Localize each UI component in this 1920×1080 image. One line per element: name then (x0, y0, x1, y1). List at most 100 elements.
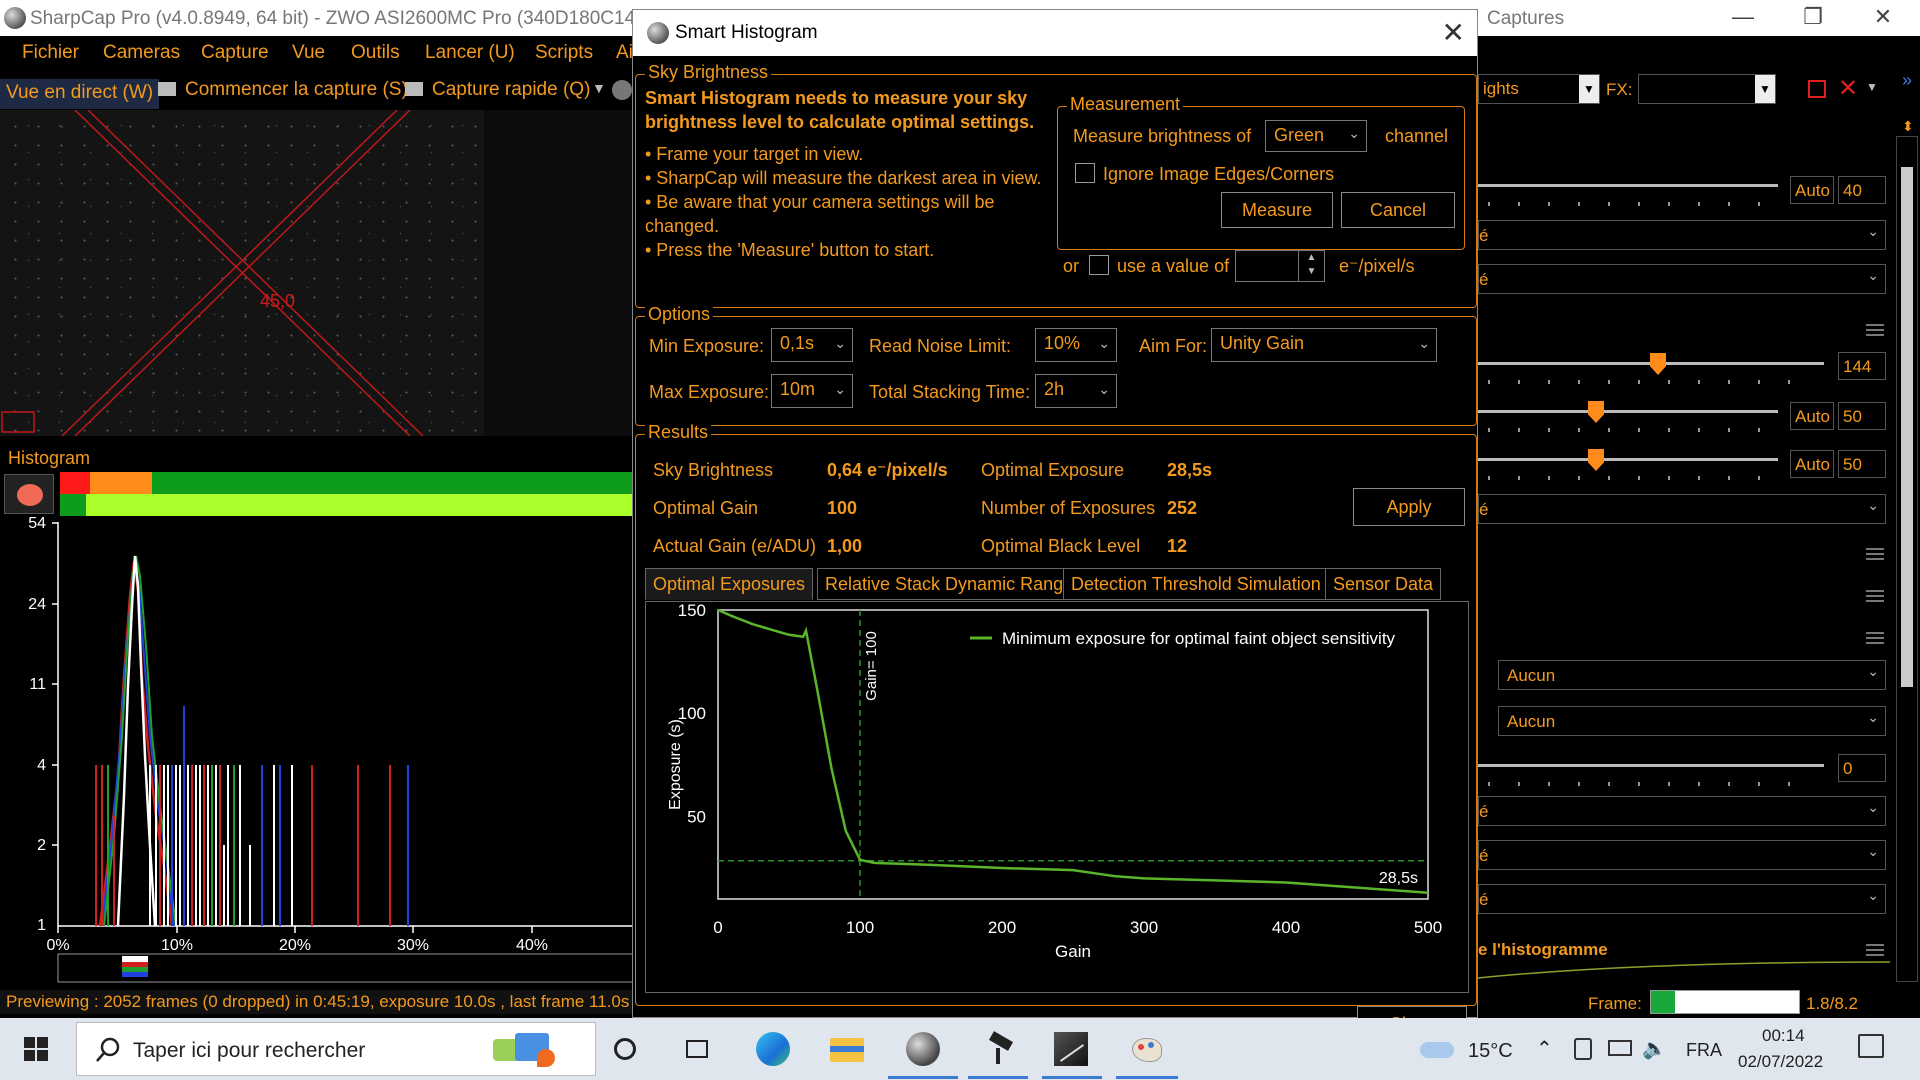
camera-preview[interactable]: 45,0 (0, 110, 484, 436)
read-noise-select[interactable]: 10% ⌄ (1035, 328, 1117, 362)
section-menu-icon[interactable] (1866, 944, 1884, 956)
option-combo[interactable]: é ⌄ (1478, 494, 1886, 524)
value-input[interactable]: 144 (1838, 352, 1886, 380)
telescope-app-icon[interactable] (982, 1031, 1016, 1066)
tab-sensor-data[interactable]: Sensor Data (1325, 568, 1442, 600)
value-input[interactable]: 50 (1838, 450, 1886, 478)
stop-icon[interactable] (1808, 80, 1826, 98)
section-menu-icon[interactable] (1866, 590, 1884, 602)
stretch-curve[interactable] (1478, 960, 1890, 980)
menu-cameras[interactable]: Cameras (103, 42, 180, 64)
aucun-combo-2[interactable]: Aucun ⌄ (1498, 706, 1886, 736)
expand-chevron-icon[interactable]: » (1902, 70, 1912, 91)
sharpcap-taskbar-icon[interactable] (904, 1032, 944, 1066)
option-combo[interactable]: é ⌄ (1478, 220, 1886, 250)
section-menu-icon[interactable] (1866, 324, 1884, 336)
task-view-icon[interactable] (680, 1032, 714, 1066)
fx-combo[interactable]: ▼ (1638, 74, 1776, 104)
min-exposure-select[interactable]: 0,1s ⌄ (771, 328, 853, 362)
clock-date[interactable]: 02/07/2022 (1738, 1052, 1823, 1072)
alignment-cross-overlay (1, 110, 424, 436)
apply-button[interactable]: Apply (1353, 488, 1465, 526)
total-stacking-select[interactable]: 2h ⌄ (1035, 374, 1117, 408)
windows-start-icon[interactable] (24, 1037, 48, 1061)
slider-thumb[interactable] (1650, 353, 1666, 375)
quick-capture-button[interactable]: Capture rapide (Q) (432, 79, 590, 101)
restore-button[interactable]: ❐ (1790, 2, 1836, 32)
sky-value-input[interactable]: ▲ ▼ (1235, 250, 1325, 282)
aucun-combo-1[interactable]: Aucun ⌄ (1498, 660, 1886, 690)
slider-track[interactable] (1478, 184, 1778, 187)
taskbar-search-box[interactable]: Taper ici pour rechercher (76, 1022, 596, 1076)
menu-ai[interactable]: Ai (616, 42, 633, 64)
app-indicator (1042, 1076, 1102, 1079)
aim-for-select[interactable]: Unity Gain ⌄ (1211, 328, 1437, 362)
dropdown-arrow-icon[interactable]: ▼ (592, 80, 606, 96)
slider-track[interactable] (1478, 410, 1778, 413)
menu-lancer[interactable]: Lancer (U) (425, 42, 515, 64)
tab-relative-stack-dynamic-range[interactable]: Relative Stack Dynamic Range (817, 568, 1082, 600)
cancel-button[interactable]: Cancel (1341, 192, 1455, 228)
network-icon[interactable] (1608, 1040, 1632, 1056)
section-menu-icon[interactable] (1866, 632, 1884, 644)
ignore-edges-checkbox[interactable] (1075, 163, 1095, 183)
menu-vue[interactable]: Vue (292, 42, 325, 64)
menu-capture[interactable]: Capture (201, 42, 269, 64)
channel-select[interactable]: Green ⌄ (1265, 120, 1367, 152)
use-value-checkbox[interactable] (1089, 255, 1109, 275)
close-window-button[interactable]: ✕ (1860, 2, 1906, 32)
option-combo[interactable]: é ⌄ (1478, 884, 1886, 914)
menu-scripts[interactable]: Scripts (535, 42, 593, 64)
dropdown-arrow-icon[interactable]: ▼ (1866, 80, 1878, 94)
brain-button[interactable] (4, 474, 54, 514)
weather-temp[interactable]: 15°C (1468, 1040, 1513, 1063)
paint-app-icon[interactable] (1130, 1032, 1164, 1066)
slider-thumb[interactable] (1588, 401, 1604, 423)
notifications-icon[interactable] (1858, 1034, 1884, 1058)
roi-rectangle (1, 411, 35, 433)
dialog-close-icon[interactable]: ✕ (1442, 16, 1465, 49)
live-view-button[interactable]: Vue en direct (W) (0, 79, 160, 109)
menu-outils[interactable]: Outils (351, 42, 400, 64)
cancel-x-icon[interactable]: ✕ (1838, 74, 1858, 103)
capture-settings-icon[interactable] (612, 80, 632, 100)
value-input[interactable]: 50 (1838, 402, 1886, 430)
auto-toggle[interactable]: Auto (1790, 450, 1834, 478)
volume-icon[interactable]: 🔈 (1642, 1036, 1667, 1061)
option-combo[interactable]: é ⌄ (1478, 264, 1886, 294)
tray-chevron-up-icon[interactable]: ⌃ (1536, 1036, 1553, 1061)
clock-time[interactable]: 00:14 (1762, 1026, 1805, 1046)
section-menu-icon[interactable] (1866, 548, 1884, 560)
file-explorer-icon[interactable] (830, 1032, 864, 1066)
pin-icon[interactable]: ⬍ (1902, 118, 1914, 135)
auto-toggle[interactable]: Auto (1790, 176, 1834, 204)
value-input[interactable]: 0 (1838, 754, 1886, 782)
x-axis-label: Gain (1055, 942, 1091, 961)
panel-scrollbar[interactable] (1896, 136, 1918, 982)
slider-track[interactable] (1478, 458, 1778, 461)
max-exposure-select[interactable]: 10m ⌄ (771, 374, 853, 408)
tray-device-icon[interactable] (1574, 1038, 1592, 1060)
minimize-button[interactable]: — (1720, 2, 1766, 32)
image-viewer-icon[interactable] (1054, 1032, 1088, 1066)
menu-fichier[interactable]: Fichier (22, 42, 79, 64)
slider-track[interactable] (1478, 764, 1824, 767)
option-combo[interactable]: é ⌄ (1478, 796, 1886, 826)
histogram-plot[interactable]: 54 24 11 4 2 1 0% 10% 20% 30% 40% (0, 516, 634, 986)
panel-scrollbar-thumb[interactable] (1901, 167, 1913, 687)
tab-optimal-exposures[interactable]: Optimal Exposures (645, 568, 814, 600)
lights-combo[interactable]: ights ▼ (1478, 74, 1600, 104)
edge-browser-icon[interactable] (756, 1032, 790, 1066)
start-capture-button[interactable]: Commencer la capture (S) (185, 79, 408, 101)
weather-cloud-icon[interactable] (1420, 1038, 1454, 1058)
windows-taskbar: Taper ici pour rechercher 15°C ⌃ 🔈 FRA 0… (0, 1018, 1920, 1080)
cortana-icon[interactable] (608, 1032, 642, 1066)
auto-toggle[interactable]: Auto (1790, 402, 1834, 430)
option-combo[interactable]: é ⌄ (1478, 840, 1886, 870)
tab-detection-threshold-simulation[interactable]: Detection Threshold Simulation (1063, 568, 1329, 600)
measure-button[interactable]: Measure (1221, 192, 1333, 228)
slider-thumb[interactable] (1588, 449, 1604, 471)
main-window-title: SharpCap Pro (v4.0.8949, 64 bit) - ZWO A… (30, 8, 678, 29)
keyboard-language[interactable]: FRA (1686, 1040, 1722, 1061)
value-input[interactable]: 40 (1838, 176, 1886, 204)
